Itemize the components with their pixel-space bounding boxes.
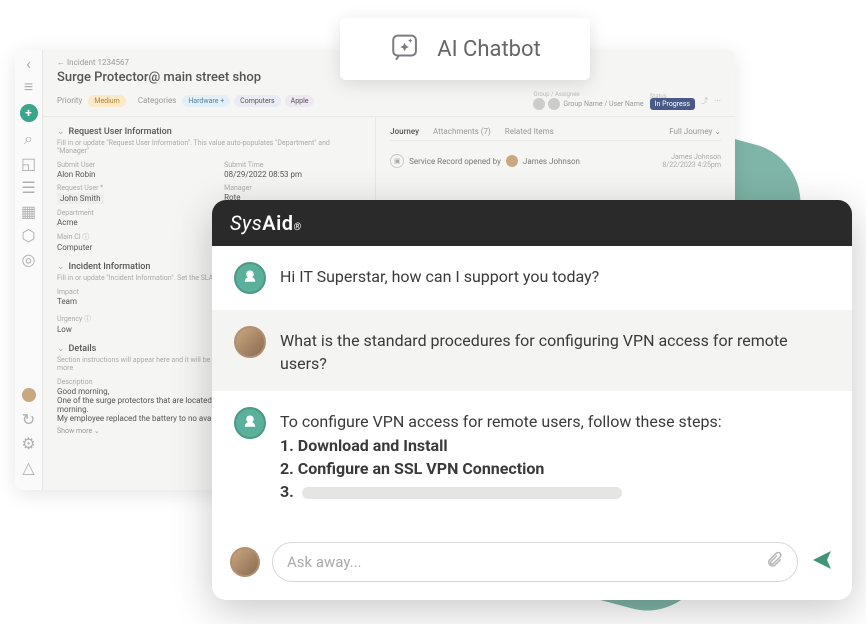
priority-tag[interactable]: Medium bbox=[88, 95, 125, 107]
tag-hardware[interactable]: Hardware + bbox=[182, 95, 230, 107]
avatar-icon[interactable] bbox=[22, 388, 36, 402]
message-text: To configure VPN access for remote users… bbox=[280, 407, 722, 503]
full-journey-dropdown[interactable]: Full Journey ⌄ bbox=[669, 127, 721, 136]
tab-journey[interactable]: Journey bbox=[390, 127, 419, 136]
submit-user[interactable]: Alon Robin bbox=[57, 170, 194, 179]
message-text: Hi IT Superstar, how can I support you t… bbox=[280, 262, 599, 288]
urgency-field[interactable]: Low bbox=[57, 325, 194, 334]
chat-input-row bbox=[212, 530, 852, 600]
attachment-icon[interactable] bbox=[765, 551, 783, 573]
tab-attachments[interactable]: Attachments (7) bbox=[433, 127, 491, 136]
request-user[interactable]: John Smith bbox=[57, 193, 104, 204]
tab-related[interactable]: Related Items bbox=[505, 127, 554, 136]
send-button[interactable] bbox=[810, 548, 834, 576]
chat-panel: SysAid® Hi IT Superstar, how can I suppo… bbox=[212, 200, 852, 600]
reports-icon[interactable]: ⬡ bbox=[22, 228, 36, 242]
sidebar-rail: ‹ ≡ + ⌕ ◱ ☰ ▦ ⬡ ◎ ↻ ⚙ △ bbox=[15, 50, 43, 490]
search-icon[interactable]: ⌕ bbox=[22, 132, 36, 146]
more-icon[interactable]: ⋯ bbox=[714, 97, 721, 105]
badge-label: AI Chatbot bbox=[437, 37, 541, 62]
settings-icon[interactable]: ⚙ bbox=[22, 436, 36, 450]
department-field[interactable]: Acme bbox=[57, 218, 194, 227]
chat-message-bot: Hi IT Superstar, how can I support you t… bbox=[212, 246, 852, 310]
tag-apple[interactable]: Apple bbox=[285, 95, 315, 107]
share-icon[interactable]: ⤴ bbox=[701, 96, 708, 106]
list-icon[interactable]: ☰ bbox=[22, 180, 36, 194]
dashboard-icon[interactable]: ◱ bbox=[22, 156, 36, 170]
section-title[interactable]: Request User Information bbox=[69, 127, 172, 137]
avatar-icon bbox=[506, 155, 518, 167]
chat-body: Hi IT Superstar, how can I support you t… bbox=[212, 246, 852, 530]
brand-icon: △ bbox=[22, 460, 36, 474]
categories-label: Categories bbox=[138, 96, 177, 105]
location-icon[interactable]: ◎ bbox=[22, 252, 36, 266]
user-avatar-icon bbox=[230, 547, 260, 577]
loading-indicator bbox=[302, 487, 622, 499]
chat-message-user: What is the standard procedures for conf… bbox=[212, 310, 852, 391]
chat-message-bot: To configure VPN access for remote users… bbox=[212, 391, 852, 519]
impact-field[interactable]: Team bbox=[57, 297, 194, 306]
chat-header: SysAid® bbox=[212, 200, 852, 246]
record-icon: ▣ bbox=[390, 154, 404, 168]
message-text: What is the standard procedures for conf… bbox=[280, 326, 830, 375]
assets-icon[interactable]: ▦ bbox=[22, 204, 36, 218]
journey-who: James Johnson bbox=[523, 157, 580, 166]
chat-input[interactable] bbox=[287, 553, 755, 571]
group-label: Group / Assignee bbox=[533, 91, 643, 98]
section-title[interactable]: Details bbox=[69, 344, 97, 354]
chat-input-box[interactable] bbox=[272, 542, 798, 582]
sysaid-logo: SysAid® bbox=[230, 211, 302, 235]
menu-icon[interactable]: ≡ bbox=[22, 80, 36, 94]
ai-chatbot-badge: AI Chatbot bbox=[340, 18, 590, 80]
sync-icon[interactable]: ↻ bbox=[22, 412, 36, 426]
journey-item: ▣ Service Record opened by James Johnson… bbox=[390, 147, 721, 175]
submit-time: 08/29/2022 08:53 pm bbox=[224, 170, 361, 179]
bot-avatar-icon bbox=[234, 407, 266, 439]
status-badge[interactable]: In Progress bbox=[650, 98, 695, 110]
section-title[interactable]: Incident Information bbox=[69, 262, 151, 272]
chevron-left-icon[interactable]: ‹ bbox=[22, 56, 36, 70]
priority-label: Priority bbox=[57, 96, 82, 105]
group-value[interactable]: Group Name / User Name bbox=[563, 100, 643, 108]
add-button[interactable]: + bbox=[20, 104, 38, 122]
sparkle-icon bbox=[389, 30, 423, 68]
section-sub: Fill in or update "Request User Informat… bbox=[57, 139, 361, 155]
tag-computers[interactable]: Computers bbox=[234, 95, 280, 107]
bot-avatar-icon bbox=[234, 262, 266, 294]
user-avatar-icon bbox=[234, 326, 266, 358]
